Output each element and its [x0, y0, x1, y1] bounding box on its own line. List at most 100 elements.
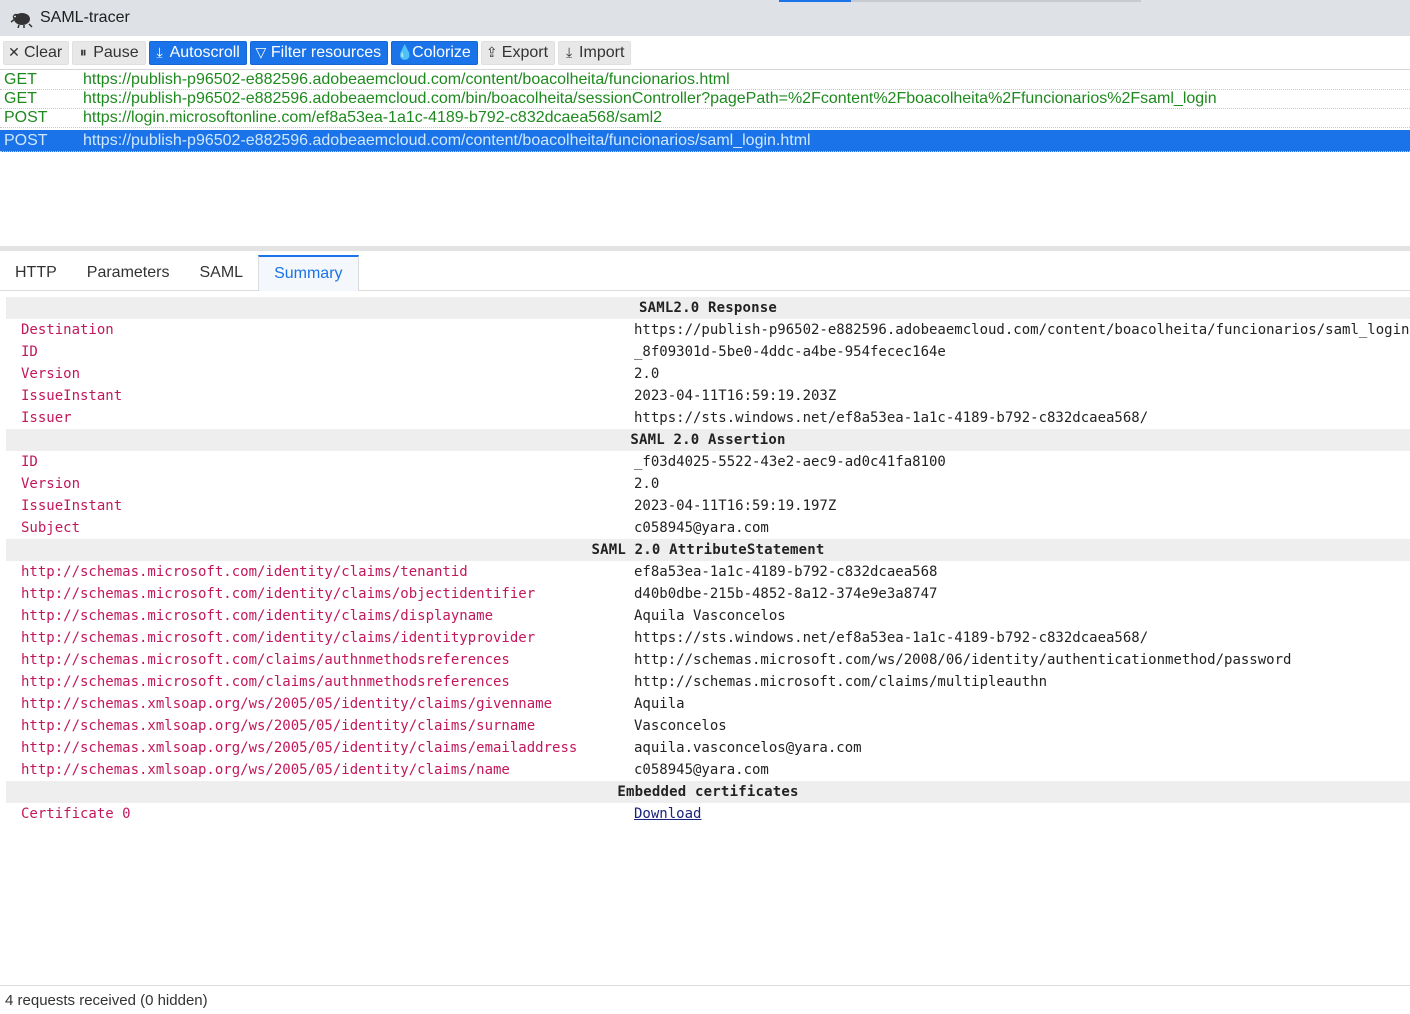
filter-resources-label: Filter resources [270, 43, 382, 61]
section-heading: SAML 2.0 AttributeStatement [6, 539, 1410, 561]
summary-value: http://schemas.microsoft.com/claims/mult… [634, 674, 1048, 690]
summary-key: Version [21, 366, 81, 382]
summary-key: Destination [21, 322, 114, 338]
summary-value: 2023-04-11T16:59:19.197Z [634, 498, 837, 514]
export-icon: ⇪ [485, 44, 498, 60]
pane-splitter[interactable] [0, 246, 1410, 251]
request-method: GET [4, 90, 37, 107]
summary-row: http://schemas.xmlsoap.org/ws/2005/05/id… [6, 737, 1410, 759]
summary-row: ID _f03d4025-5522-43e2-aec9-ad0c41fa8100 [6, 451, 1410, 473]
summary-value: aquila.vasconcelos@yara.com [634, 740, 862, 756]
pause-button[interactable]: ⏸ Pause [72, 40, 146, 65]
summary-value: 2.0 [634, 366, 660, 382]
summary-key: Certificate 0 [21, 806, 131, 822]
import-button[interactable]: ⤓ Import [558, 40, 632, 65]
request-row[interactable]: GET https://publish-p96502-e882596.adobe… [0, 71, 1410, 90]
summary-value: http://schemas.microsoft.com/ws/2008/06/… [634, 652, 1292, 668]
request-row[interactable]: GET https://publish-p96502-e882596.adobe… [0, 90, 1410, 109]
summary-value: _8f09301d-5be0-4ddc-a4be-954fecec164e [634, 344, 946, 360]
drop-icon: 💧 [396, 44, 414, 60]
summary-row: IssueInstant 2023-04-11T16:59:19.197Z [6, 495, 1410, 517]
filter-resources-button[interactable]: ▽ Filter resources [249, 40, 389, 65]
request-row[interactable]: POST https://login.microsoftonline.com/e… [0, 109, 1410, 128]
summary-value: ef8a53ea-1a1c-4189-b792-c832dcaea568 [634, 564, 938, 580]
window-title: SAML-tracer [40, 9, 130, 26]
summary-row: http://schemas.microsoft.com/identity/cl… [6, 561, 1410, 583]
summary-key: http://schemas.microsoft.com/claims/auth… [21, 674, 510, 690]
summary-value: Download [634, 806, 1410, 822]
summary-key: ID [21, 344, 38, 360]
summary-key: http://schemas.xmlsoap.org/ws/2005/05/id… [21, 762, 510, 778]
summary-value: 2023-04-11T16:59:19.203Z [634, 388, 837, 404]
summary-key: Issuer [21, 410, 72, 426]
clear-label: Clear [24, 43, 63, 61]
tab-parameters[interactable]: Parameters [72, 255, 185, 290]
export-button[interactable]: ⇪ Export [480, 40, 556, 65]
summary-row: ID _8f09301d-5be0-4ddc-a4be-954fecec164e [6, 341, 1410, 363]
summary-row: Destination https://publish-p96502-e88259… [6, 319, 1410, 341]
summary-row: http://schemas.microsoft.com/claims/auth… [6, 671, 1410, 693]
summary-row: http://schemas.xmlsoap.org/ws/2005/05/id… [6, 759, 1410, 781]
summary-key: Version [21, 476, 81, 492]
summary-key: http://schemas.microsoft.com/identity/cl… [21, 586, 536, 602]
request-url: https://publish-p96502-e882596.adobeaemc… [83, 131, 811, 149]
summary-value: c058945@yara.com [634, 520, 769, 536]
tab-saml[interactable]: SAML [184, 255, 258, 290]
pause-label: Pause [93, 43, 139, 61]
tab-http[interactable]: HTTP [0, 255, 72, 290]
colorize-button[interactable]: 💧 Colorize [391, 40, 478, 65]
summary-key: http://schemas.microsoft.com/identity/cl… [21, 630, 536, 646]
status-bar: 4 requests received (0 hidden) [0, 985, 1410, 1014]
summary-key: http://schemas.xmlsoap.org/ws/2005/05/id… [21, 696, 553, 712]
request-url: https://login.microsoftonline.com/ef8a53… [83, 109, 663, 126]
summary-row: Subject c058945@yara.com [6, 517, 1410, 539]
tab-summary[interactable]: Summary [258, 255, 359, 291]
summary-value: d40b0dbe-215b-4852-8a12-374e9e3a8747 [634, 586, 938, 602]
summary-value: https://sts.windows.net/ef8a53ea-1a1c-41… [634, 410, 1149, 426]
summary-key: http://schemas.microsoft.com/identity/cl… [21, 564, 468, 580]
summary-value: _f03d4025-5522-43e2-aec9-ad0c41fa8100 [634, 454, 946, 470]
summary-row: http://schemas.microsoft.com/identity/cl… [6, 627, 1410, 649]
summary-value: https://sts.windows.net/ef8a53ea-1a1c-41… [634, 630, 1149, 646]
summary-value: 2.0 [634, 476, 660, 492]
detail-tabs: HTTP Parameters SAML Summary [0, 255, 1410, 291]
request-method: GET [4, 71, 37, 88]
summary-row: Version 2.0 [6, 363, 1410, 385]
summary-row: http://schemas.microsoft.com/claims/auth… [6, 649, 1410, 671]
summary-key: ID [21, 454, 38, 470]
pause-icon: ⏸ [79, 44, 87, 60]
summary-value: https://publish-p96502-e882596.adobeaemc… [634, 322, 1410, 338]
summary-row: Version 2.0 [6, 473, 1410, 495]
saml-tracer-logo-icon [10, 13, 33, 28]
summary-value: Vasconcelos [634, 718, 727, 734]
request-url: https://publish-p96502-e882596.adobeaemc… [83, 71, 730, 88]
summary-row: http://schemas.microsoft.com/identity/cl… [6, 605, 1410, 627]
export-label: Export [501, 43, 549, 61]
request-row-selected[interactable]: POST https://publish-p96502-e882596.adob… [0, 130, 1410, 152]
filter-icon: ▽ [255, 44, 267, 60]
summary-row: http://schemas.xmlsoap.org/ws/2005/05/id… [6, 693, 1410, 715]
clear-button[interactable]: ✕ Clear [3, 40, 70, 65]
summary-row: http://schemas.xmlsoap.org/ws/2005/05/id… [6, 715, 1410, 737]
summary-row: Certificate 0 Download [6, 803, 1410, 825]
summary-key: http://schemas.microsoft.com/identity/cl… [21, 608, 494, 624]
autoscroll-button[interactable]: ⤓ Autoscroll [148, 40, 247, 65]
summary-key: Subject [21, 520, 81, 536]
download-arrow-icon: ⤓ [156, 44, 163, 60]
section-heading: Embedded certificates [6, 781, 1410, 803]
section-heading: SAML 2.0 Assertion [6, 429, 1410, 451]
request-url: https://publish-p96502-e882596.adobeaemc… [83, 90, 1217, 107]
colorize-label: Colorize [412, 43, 471, 61]
summary-value: Aquila [634, 696, 685, 712]
summary-key: http://schemas.xmlsoap.org/ws/2005/05/id… [21, 740, 578, 756]
download-certificate-link[interactable]: Download [634, 806, 701, 822]
autoscroll-label: Autoscroll [169, 43, 240, 61]
import-label: Import [579, 43, 625, 61]
summary-row: http://schemas.microsoft.com/identity/cl… [6, 583, 1410, 605]
summary-key: IssueInstant [21, 388, 123, 404]
request-method: POST [4, 109, 48, 126]
summary-panel: SAML2.0 Response Destination https://publ… [6, 297, 1410, 825]
summary-key: IssueInstant [21, 498, 123, 514]
import-icon: ⤓ [565, 44, 573, 60]
status-text: 4 requests received (0 hidden) [5, 991, 208, 1009]
